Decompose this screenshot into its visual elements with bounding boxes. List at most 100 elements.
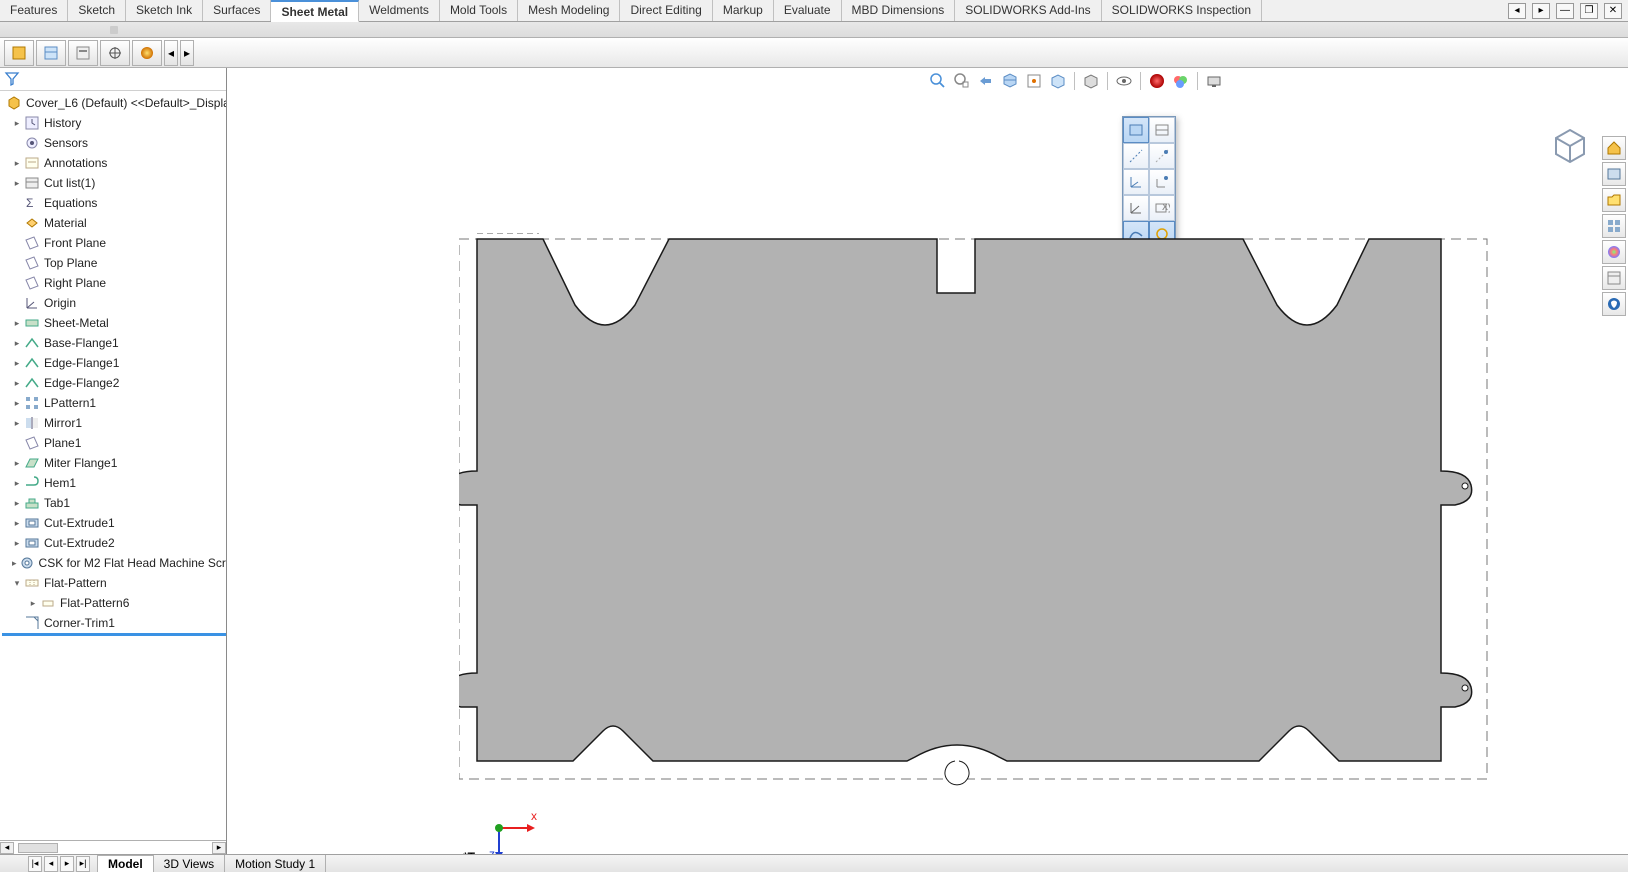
tree-item[interactable]: ▸Tab1 bbox=[2, 493, 226, 513]
expand-caret-icon[interactable]: ▸ bbox=[12, 398, 22, 409]
view-coord-sys-icon[interactable] bbox=[1149, 169, 1175, 195]
fm-nav-right[interactable]: ▸ bbox=[180, 40, 194, 66]
view-bb-icon[interactable]: xy bbox=[1149, 195, 1175, 221]
expand-caret-icon[interactable]: ▸ bbox=[12, 378, 22, 389]
ribbon-tab-mesh-modeling[interactable]: Mesh Modeling bbox=[518, 0, 620, 21]
ribbon-tab-addins[interactable]: SOLIDWORKS Add-Ins bbox=[955, 0, 1101, 21]
view-csys-icon[interactable] bbox=[1123, 195, 1149, 221]
fm-tab-tree[interactable] bbox=[4, 40, 34, 66]
tree-item[interactable]: Origin bbox=[2, 293, 226, 313]
ribbon-tab-surfaces[interactable]: Surfaces bbox=[203, 0, 271, 21]
tree-item[interactable]: ΣEquations bbox=[2, 193, 226, 213]
tree-item[interactable]: ▸Flat-Pattern6 bbox=[2, 593, 226, 613]
view-temp-axes-icon[interactable] bbox=[1149, 143, 1175, 169]
display-style-icon[interactable] bbox=[1080, 70, 1102, 92]
edit-appearance-icon[interactable] bbox=[1146, 70, 1168, 92]
view-live-section-icon[interactable] bbox=[1149, 117, 1175, 143]
tree-item[interactable]: ▸Sheet-Metal bbox=[2, 313, 226, 333]
expand-caret-icon[interactable]: ▸ bbox=[12, 458, 22, 469]
ribbon-tab-direct-editing[interactable]: Direct Editing bbox=[620, 0, 712, 21]
expand-caret-icon[interactable]: ▸ bbox=[12, 158, 22, 169]
tree-root[interactable]: Cover_L6 (Default) <<Default>_Display S bbox=[2, 93, 226, 113]
bt-next-icon[interactable]: ▸ bbox=[60, 856, 74, 872]
tree-item[interactable]: ▸Miter Flange1 bbox=[2, 453, 226, 473]
tree-item[interactable]: ▸CSK for M2 Flat Head Machine Screw bbox=[2, 553, 226, 573]
tree-item[interactable]: Top Plane bbox=[2, 253, 226, 273]
tp-home-icon[interactable] bbox=[1602, 136, 1626, 160]
tree-item[interactable]: ▸Cut-Extrude1 bbox=[2, 513, 226, 533]
win-minimize-btn[interactable]: — bbox=[1556, 3, 1574, 19]
tree-item[interactable]: ▸Cut-Extrude2 bbox=[2, 533, 226, 553]
zoom-fit-icon[interactable] bbox=[927, 70, 949, 92]
tree-item[interactable]: Sensors bbox=[2, 133, 226, 153]
ribbon-tab-sketch[interactable]: Sketch bbox=[68, 0, 126, 21]
bt-first-icon[interactable]: |◂ bbox=[28, 856, 42, 872]
win-prev-btn[interactable]: ◂ bbox=[1508, 3, 1526, 19]
fm-tab-property[interactable] bbox=[36, 40, 66, 66]
tp-appearances-icon[interactable] bbox=[1602, 240, 1626, 264]
section-view-icon[interactable] bbox=[999, 70, 1021, 92]
ribbon-tab-features[interactable]: Features bbox=[0, 0, 68, 21]
tree-item[interactable]: ▸History bbox=[2, 113, 226, 133]
expand-caret-icon[interactable]: ▸ bbox=[12, 418, 22, 429]
ribbon-tab-markup[interactable]: Markup bbox=[713, 0, 774, 21]
view-axes-icon[interactable] bbox=[1123, 143, 1149, 169]
fm-nav-left[interactable]: ◂ bbox=[164, 40, 178, 66]
expand-caret-icon[interactable]: ▸ bbox=[12, 178, 22, 189]
view-settings-icon[interactable] bbox=[1203, 70, 1225, 92]
tree-item[interactable]: Corner-Trim1 bbox=[2, 613, 226, 633]
bottom-tab-3dviews[interactable]: 3D Views bbox=[153, 855, 225, 872]
ribbon-tab-sketch-ink[interactable]: Sketch Ink bbox=[126, 0, 203, 21]
bottom-tab-model[interactable]: Model bbox=[97, 855, 154, 872]
tree-item[interactable]: Right Plane bbox=[2, 273, 226, 293]
tp-custom-props-icon[interactable] bbox=[1602, 266, 1626, 290]
tree-item[interactable]: ▸LPattern1 bbox=[2, 393, 226, 413]
tp-open-icon[interactable] bbox=[1602, 188, 1626, 212]
tree-item[interactable]: ▸Base-Flange1 bbox=[2, 333, 226, 353]
view-selector-cube-icon[interactable] bbox=[1550, 126, 1590, 166]
expand-caret-icon[interactable]: ▸ bbox=[12, 518, 22, 529]
tp-forum-icon[interactable] bbox=[1602, 292, 1626, 316]
apply-scene-icon[interactable] bbox=[1170, 70, 1192, 92]
tree-item[interactable]: ▸Cut list(1) bbox=[2, 173, 226, 193]
tree-item[interactable]: ▸Annotations bbox=[2, 153, 226, 173]
view-origins-icon[interactable] bbox=[1123, 169, 1149, 195]
tree-item[interactable]: ▸Mirror1 bbox=[2, 413, 226, 433]
tp-view-palette-icon[interactable] bbox=[1602, 214, 1626, 238]
expand-caret-icon[interactable]: ▸ bbox=[12, 358, 22, 369]
expand-caret-icon[interactable]: ▸ bbox=[12, 338, 22, 349]
expand-caret-icon[interactable]: ▸ bbox=[12, 118, 22, 129]
tree-item[interactable]: Plane1 bbox=[2, 433, 226, 453]
win-close-btn[interactable]: ✕ bbox=[1604, 3, 1622, 19]
tree-item[interactable]: Material bbox=[2, 213, 226, 233]
view-orientation-icon[interactable] bbox=[1047, 70, 1069, 92]
bt-prev-icon[interactable]: ◂ bbox=[44, 856, 58, 872]
expand-caret-icon[interactable]: ▸ bbox=[12, 318, 22, 329]
hide-show-items-icon[interactable] bbox=[1113, 70, 1135, 92]
bt-last-icon[interactable]: ▸| bbox=[76, 856, 90, 872]
tree-item[interactable]: ▸Edge-Flange1 bbox=[2, 353, 226, 373]
ribbon-tab-inspection[interactable]: SOLIDWORKS Inspection bbox=[1102, 0, 1262, 21]
win-next-btn[interactable]: ▸ bbox=[1532, 3, 1550, 19]
tree-horizontal-scrollbar[interactable]: ◂ ▸ bbox=[0, 840, 226, 854]
feature-tree[interactable]: Cover_L6 (Default) <<Default>_Display S … bbox=[0, 91, 226, 840]
scroll-left-icon[interactable]: ◂ bbox=[0, 842, 14, 854]
scroll-thumb[interactable] bbox=[18, 843, 58, 853]
expand-caret-icon[interactable]: ▸ bbox=[12, 538, 22, 549]
expand-caret-icon[interactable]: ▸ bbox=[28, 598, 38, 609]
expand-caret-icon[interactable]: ▸ bbox=[12, 478, 22, 489]
fm-tab-dimxpert[interactable] bbox=[100, 40, 130, 66]
tree-item[interactable]: ▸Edge-Flange2 bbox=[2, 373, 226, 393]
zoom-area-icon[interactable] bbox=[951, 70, 973, 92]
fm-tab-config[interactable] bbox=[68, 40, 98, 66]
expand-caret-icon[interactable]: ▸ bbox=[12, 498, 22, 509]
bottom-tab-motion[interactable]: Motion Study 1 bbox=[224, 855, 326, 872]
tree-item[interactable]: ▾Flat-Pattern bbox=[2, 573, 226, 593]
expand-caret-icon[interactable]: ▾ bbox=[12, 578, 22, 589]
ribbon-tab-weldments[interactable]: Weldments bbox=[359, 0, 440, 21]
ribbon-tab-mold-tools[interactable]: Mold Tools bbox=[440, 0, 518, 21]
tree-item[interactable]: Front Plane bbox=[2, 233, 226, 253]
dynamic-annot-icon[interactable] bbox=[1023, 70, 1045, 92]
ribbon-tab-mbd[interactable]: MBD Dimensions bbox=[842, 0, 956, 21]
ribbon-tab-sheet-metal[interactable]: Sheet Metal bbox=[271, 0, 359, 22]
